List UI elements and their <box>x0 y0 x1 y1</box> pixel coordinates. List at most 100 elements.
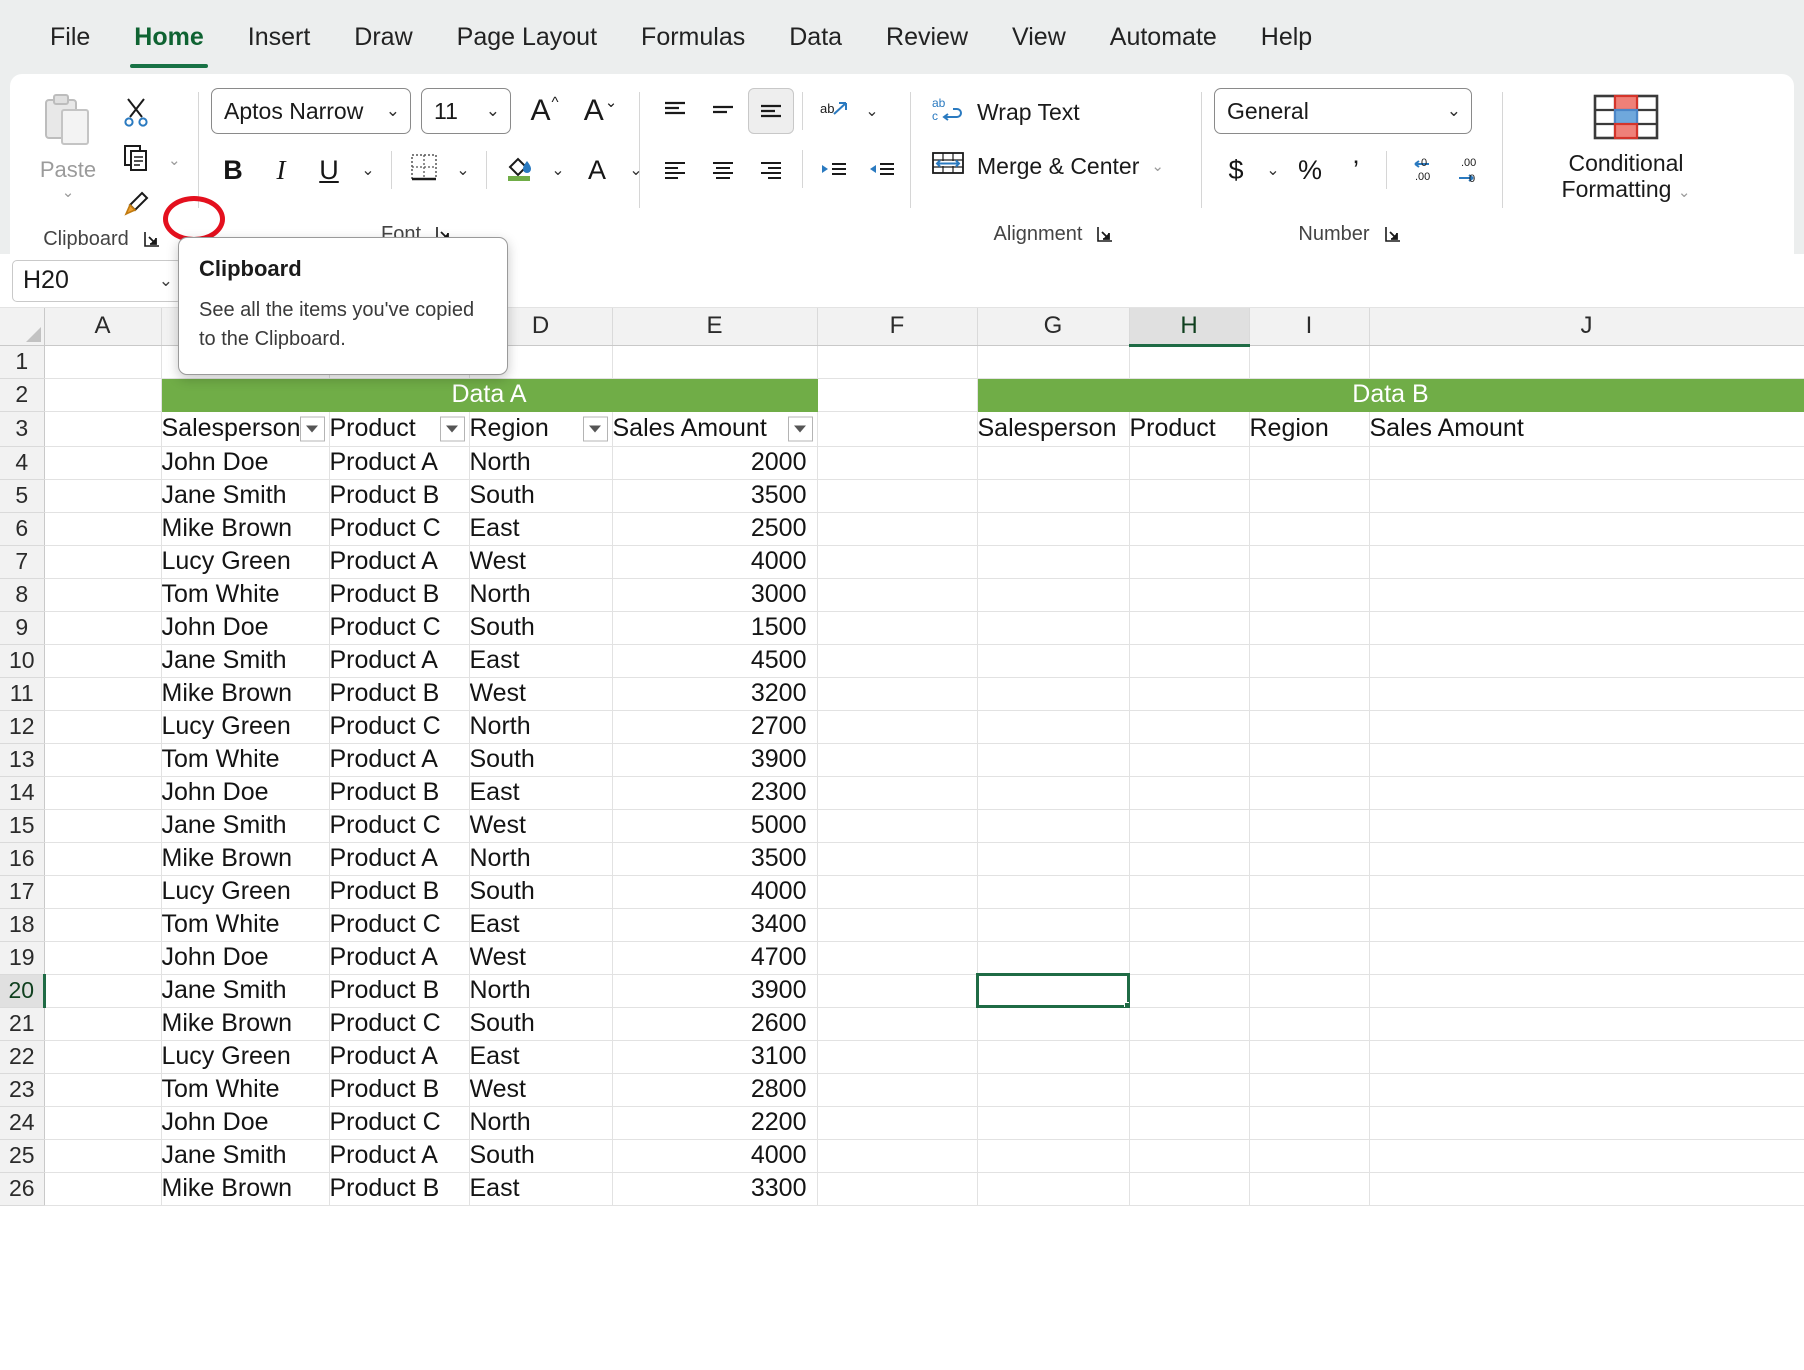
cell[interactable] <box>817 908 977 941</box>
cell[interactable] <box>1129 1073 1249 1106</box>
cell-amount[interactable]: 3200 <box>612 677 817 710</box>
copy-chevron-down-icon[interactable]: ⌄ <box>168 153 181 168</box>
cell[interactable] <box>977 1073 1129 1106</box>
cell[interactable] <box>1249 809 1369 842</box>
orientation-button[interactable]: ab <box>811 88 857 134</box>
cell[interactable] <box>817 446 977 479</box>
cell-salesperson[interactable]: Tom White <box>161 578 329 611</box>
cell-salesperson[interactable]: Tom White <box>161 743 329 776</box>
cell-region[interactable]: West <box>469 1073 612 1106</box>
row-header-15[interactable]: 15 <box>0 809 44 842</box>
ribbon-tab-review[interactable]: Review <box>864 15 990 60</box>
italic-button[interactable]: I <box>259 148 303 192</box>
cell-product[interactable]: Product A <box>329 743 469 776</box>
cell-region[interactable]: East <box>469 644 612 677</box>
column-header-J[interactable]: J <box>1369 308 1804 345</box>
cell[interactable] <box>1249 1172 1369 1205</box>
cell-region[interactable]: West <box>469 809 612 842</box>
cell-region[interactable]: South <box>469 479 612 512</box>
cell[interactable] <box>1369 677 1804 710</box>
cell[interactable] <box>44 345 161 378</box>
cell[interactable] <box>977 677 1129 710</box>
cell-product[interactable]: Product B <box>329 974 469 1007</box>
cell[interactable] <box>1369 1073 1804 1106</box>
cell-product[interactable]: Product A <box>329 1139 469 1172</box>
cell-region[interactable]: East <box>469 1040 612 1073</box>
row-header-12[interactable]: 12 <box>0 710 44 743</box>
chevron-down-icon[interactable]: ⌄ <box>386 101 400 121</box>
cell-product[interactable]: Product B <box>329 677 469 710</box>
cell[interactable] <box>1369 941 1804 974</box>
cell[interactable] <box>1129 1139 1249 1172</box>
cell[interactable] <box>977 776 1129 809</box>
cell[interactable] <box>1129 974 1249 1007</box>
cell[interactable] <box>1129 677 1249 710</box>
cell-region[interactable]: South <box>469 875 612 908</box>
header-b-1[interactable]: Product <box>1129 411 1249 446</box>
ribbon-tab-draw[interactable]: Draw <box>332 15 434 60</box>
cell-salesperson[interactable]: Mike Brown <box>161 1172 329 1205</box>
chevron-down-icon[interactable]: ⌄ <box>486 101 500 121</box>
select-all-button[interactable] <box>0 308 44 345</box>
row-header-20[interactable]: 20 <box>0 974 44 1007</box>
cell[interactable] <box>1249 1040 1369 1073</box>
cell[interactable] <box>1129 842 1249 875</box>
cell[interactable] <box>1369 776 1804 809</box>
cell-amount[interactable]: 5000 <box>612 809 817 842</box>
cell[interactable] <box>1369 1007 1804 1040</box>
cell[interactable] <box>1369 974 1804 1007</box>
cell-product[interactable]: Product B <box>329 578 469 611</box>
cell[interactable] <box>1249 842 1369 875</box>
cell[interactable] <box>817 1106 977 1139</box>
cell[interactable] <box>1369 611 1804 644</box>
cell[interactable] <box>1129 776 1249 809</box>
cell-salesperson[interactable]: Mike Brown <box>161 677 329 710</box>
cell-product[interactable]: Product C <box>329 512 469 545</box>
cell[interactable] <box>1249 875 1369 908</box>
cell[interactable] <box>1249 1106 1369 1139</box>
cell[interactable] <box>612 345 817 378</box>
row-header-9[interactable]: 9 <box>0 611 44 644</box>
cell-amount[interactable]: 3900 <box>612 974 817 1007</box>
cell[interactable] <box>817 842 977 875</box>
row-header-10[interactable]: 10 <box>0 644 44 677</box>
row-header-14[interactable]: 14 <box>0 776 44 809</box>
ribbon-tab-file[interactable]: File <box>28 15 112 60</box>
cell-salesperson[interactable]: Mike Brown <box>161 842 329 875</box>
cell[interactable] <box>44 875 161 908</box>
header-b-2[interactable]: Region <box>1249 411 1369 446</box>
cell[interactable] <box>977 743 1129 776</box>
row-header-13[interactable]: 13 <box>0 743 44 776</box>
cell[interactable] <box>977 611 1129 644</box>
cell[interactable] <box>817 677 977 710</box>
cell[interactable] <box>44 446 161 479</box>
row-header-4[interactable]: 4 <box>0 446 44 479</box>
font-color-button[interactable]: A <box>575 148 619 192</box>
cell-amount[interactable]: 2000 <box>612 446 817 479</box>
banner-data-b[interactable]: Data B <box>977 378 1804 411</box>
cell-region[interactable]: East <box>469 512 612 545</box>
underline-chevron-down-icon[interactable]: ⌄ <box>355 148 381 192</box>
cell[interactable] <box>1129 1106 1249 1139</box>
row-header-23[interactable]: 23 <box>0 1073 44 1106</box>
cell-amount[interactable]: 4000 <box>612 1139 817 1172</box>
cell-amount[interactable]: 3900 <box>612 743 817 776</box>
wrap-text-button[interactable]: ab c Wrap Text <box>923 88 1088 136</box>
cell[interactable] <box>1369 842 1804 875</box>
cell-salesperson[interactable]: Mike Brown <box>161 1007 329 1040</box>
cell[interactable] <box>1249 545 1369 578</box>
row-header-19[interactable]: 19 <box>0 941 44 974</box>
name-box[interactable]: H20 ⌄ <box>12 260 182 302</box>
cell[interactable] <box>44 378 161 411</box>
percent-style-button[interactable]: % <box>1288 148 1332 192</box>
cell[interactable] <box>44 611 161 644</box>
ribbon-tab-insert[interactable]: Insert <box>226 15 333 60</box>
orientation-chevron-down-icon[interactable]: ⌄ <box>859 89 885 133</box>
cell[interactable] <box>817 974 977 1007</box>
row-header-1[interactable]: 1 <box>0 345 44 378</box>
cell[interactable] <box>1369 809 1804 842</box>
cell[interactable] <box>977 710 1129 743</box>
ribbon-tab-help[interactable]: Help <box>1239 15 1334 60</box>
cell[interactable] <box>1369 908 1804 941</box>
cell[interactable] <box>1129 545 1249 578</box>
